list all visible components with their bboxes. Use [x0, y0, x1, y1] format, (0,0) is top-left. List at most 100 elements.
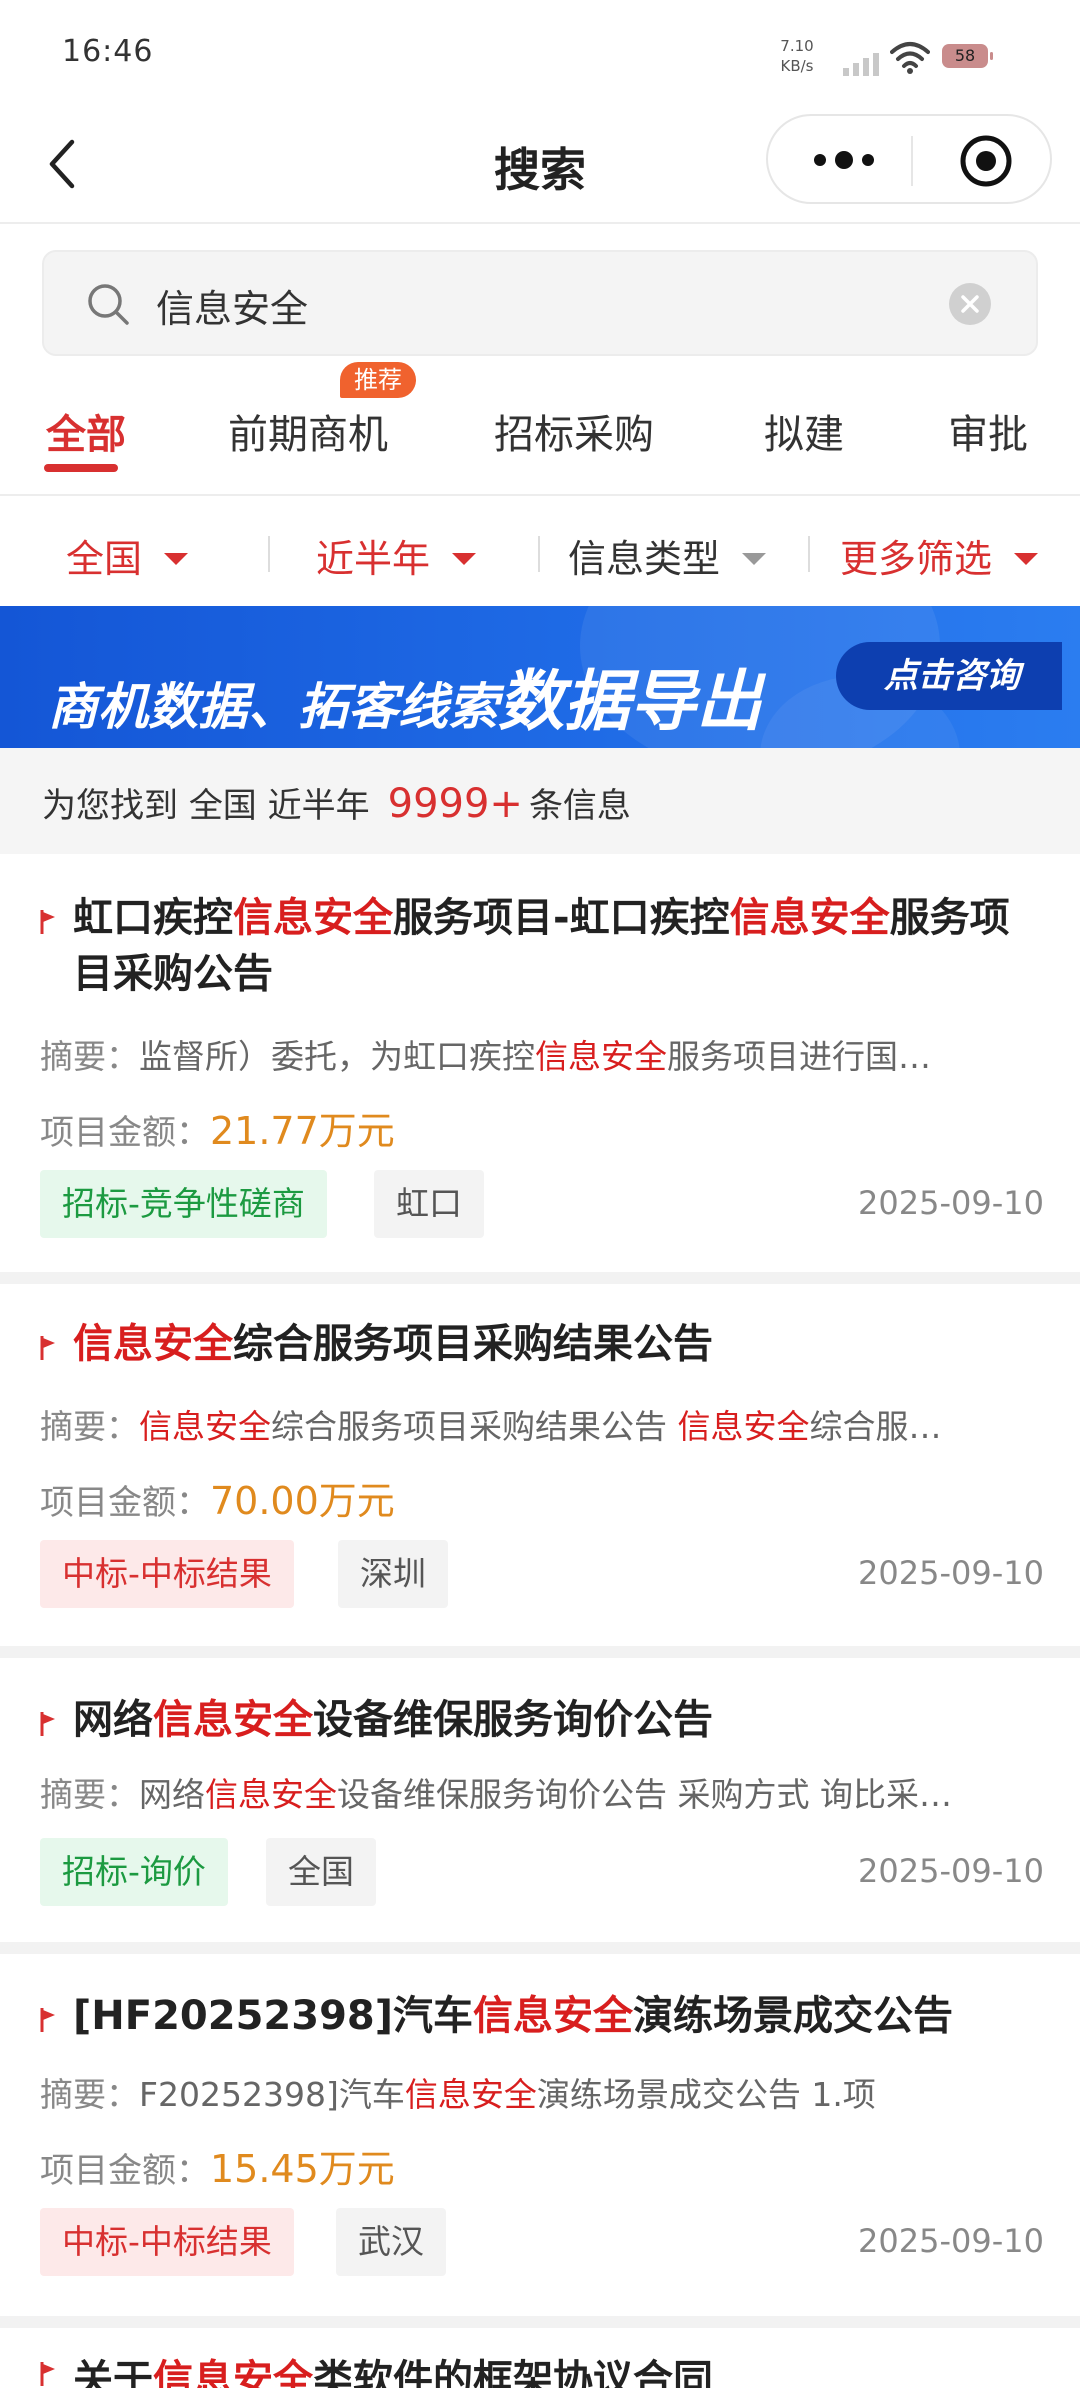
filter-time-label: 近半年: [316, 537, 431, 581]
tab-all[interactable]: 全部: [46, 402, 126, 460]
title-text: [HF20252398]汽车: [73, 1993, 474, 2039]
result-card[interactable]: 虹口疾控信息安全服务项目-虹口疾控信息安全服务项目采购公告 摘要：监督所）委托，…: [0, 854, 1080, 1272]
flag-icon: [40, 2008, 55, 2032]
result-title: 关于信息安全类软件的框架协议合同: [73, 2352, 1033, 2388]
result-type-tag: 招标-竞争性磋商: [40, 1170, 327, 1238]
result-amount: 项目金额：70.00万元: [40, 1470, 395, 1525]
abstract-text: 监督所）委托，为虹口疾控: [139, 1037, 535, 1076]
close-miniprogram-icon[interactable]: [958, 133, 1014, 189]
net-speed: 7.10 KB/s: [772, 36, 822, 76]
amount-value: 21.77万元: [210, 1109, 395, 1153]
tab-proposed[interactable]: 拟建: [764, 402, 844, 460]
abstract-text: 综合服务项目采购结果公告: [271, 1407, 678, 1446]
title-text: 网络: [73, 1697, 153, 1743]
result-location-tag: 武汉: [336, 2208, 446, 2276]
signal-icon: [843, 53, 879, 76]
banner-highlight: 数据导出: [498, 663, 762, 740]
export-banner[interactable]: 商机数据、拓客线索数据导出 点击咨询: [0, 606, 1080, 748]
title-keyword: 信息安全: [233, 895, 393, 941]
consult-button[interactable]: 点击咨询: [836, 642, 1062, 710]
result-location-tag: 虹口: [374, 1170, 484, 1238]
result-count: 9999+: [387, 781, 523, 827]
title-keyword: 信息安全: [153, 2357, 313, 2388]
tab-tender-procurement[interactable]: 招标采购: [494, 402, 654, 460]
title-keyword: 信息安全: [153, 1697, 313, 1743]
filter-more-label: 更多筛选: [840, 537, 993, 581]
back-icon[interactable]: [36, 134, 96, 194]
miniprogram-capsule: [766, 114, 1052, 204]
filter-type[interactable]: 信息类型: [568, 528, 767, 583]
filter-divider: [268, 536, 270, 572]
filter-bar: 全国 近半年 信息类型 更多筛选: [0, 496, 1080, 606]
result-abstract: 摘要：监督所）委托，为虹口疾控信息安全服务项目进行国…: [40, 1030, 1040, 1078]
dropdown-arrow-icon: [1014, 552, 1039, 565]
nav-bar: 搜索: [0, 110, 1080, 224]
status-bar: 16:46 7.10 KB/s 58: [0, 0, 1080, 110]
result-abstract: 摘要：信息安全综合服务项目采购结果公告 信息安全综合服…: [40, 1400, 1040, 1448]
flag-icon: [40, 910, 55, 934]
filter-more[interactable]: 更多筛选: [840, 528, 1039, 583]
capsule-divider: [911, 136, 913, 186]
status-time: 16:46: [62, 34, 154, 69]
card-divider: [0, 2316, 1080, 2328]
card-divider: [0, 1646, 1080, 1658]
summary-suffix: 条信息: [528, 786, 631, 826]
result-location-tag: 深圳: [338, 1540, 448, 1608]
result-amount: 项目金额：21.77万元: [40, 1100, 395, 1155]
result-date: 2025-09-10: [858, 1554, 1044, 1592]
abstract-label: 摘要：: [40, 1775, 139, 1814]
flag-icon: [40, 1336, 55, 1360]
result-title: [HF20252398]汽车信息安全演练场景成交公告: [73, 1988, 1033, 2044]
result-card[interactable]: 网络信息安全设备维保服务询价公告 摘要：网络信息安全设备维保服务询价公告 采购方…: [0, 1658, 1080, 1942]
abstract-label: 摘要：: [40, 1037, 139, 1076]
abstract-keyword: 信息安全: [205, 1775, 337, 1814]
more-icon[interactable]: [806, 134, 882, 186]
battery-icon: 58: [942, 44, 993, 68]
title-text: 演练场景成交公告: [633, 1993, 954, 2039]
filter-region[interactable]: 全国: [66, 528, 189, 583]
title-keyword: 信息安全: [73, 1321, 233, 1367]
result-card[interactable]: 关于信息安全类软件的框架协议合同: [0, 2328, 1080, 2388]
amount-value: 15.45万元: [210, 2147, 395, 2191]
summary-text: 为您找到 全国 近半年 9999+ 条信息: [42, 778, 631, 827]
abstract-keyword: 信息安全: [404, 2075, 537, 2114]
summary-prefix: 为您找到: [42, 786, 178, 826]
title-keyword: 信息安全: [729, 895, 890, 941]
result-location-tag: 全国: [266, 1838, 376, 1906]
title-text: 类软件的框架协议合同: [313, 2357, 713, 2388]
filter-region-label: 全国: [66, 537, 143, 581]
abstract-keyword: 信息安全: [535, 1037, 667, 1076]
result-abstract: 摘要：网络信息安全设备维保服务询价公告 采购方式 询比采…: [40, 1768, 1040, 1816]
title-keyword: 信息安全: [473, 1993, 634, 2039]
result-abstract: 摘要：F20252398]汽车信息安全演练场景成交公告 1.项: [40, 2068, 1040, 2116]
battery-level: 58: [954, 46, 976, 65]
abstract-text: F20252398]汽车: [139, 2075, 405, 2114]
filter-time[interactable]: 近半年: [316, 528, 477, 583]
clear-icon[interactable]: [948, 282, 992, 326]
card-divider: [0, 1272, 1080, 1284]
search-icon: [88, 284, 129, 325]
flag-icon: [40, 1712, 55, 1736]
result-date: 2025-09-10: [858, 2222, 1044, 2260]
tab-early-opportunities[interactable]: 前期商机: [228, 402, 388, 460]
tab-approval[interactable]: 审批: [948, 402, 1028, 460]
net-speed-unit: KB/s: [780, 57, 814, 75]
abstract-text: 综合服…: [809, 1407, 942, 1446]
search-bar[interactable]: 信息安全: [42, 250, 1038, 356]
consult-button-label: 点击咨询: [884, 656, 1020, 696]
category-tabs: 全部 前期商机 推荐 招标采购 拟建 审批: [0, 362, 1080, 496]
net-speed-value: 7.10: [780, 37, 814, 55]
result-card[interactable]: [HF20252398]汽车信息安全演练场景成交公告 摘要：F20252398]…: [0, 1954, 1080, 2316]
search-input[interactable]: 信息安全: [156, 278, 308, 333]
result-card[interactable]: 信息安全综合服务项目采购结果公告 摘要：信息安全综合服务项目采购结果公告 信息安…: [0, 1284, 1080, 1646]
result-amount: 项目金额：15.45万元: [40, 2138, 395, 2193]
result-date: 2025-09-10: [858, 1184, 1044, 1222]
filter-type-label: 信息类型: [568, 537, 721, 581]
banner-text-main: 商机数据、拓客线索: [48, 678, 498, 736]
result-title: 信息安全综合服务项目采购结果公告: [73, 1316, 1033, 1372]
amount-label: 项目金额：: [40, 1113, 210, 1153]
abstract-label: 摘要：: [40, 2075, 139, 2114]
abstract-text: 演练场景成交公告 1.项: [536, 2075, 876, 2114]
result-title: 网络信息安全设备维保服务询价公告: [73, 1692, 1033, 1748]
result-title: 虹口疾控信息安全服务项目-虹口疾控信息安全服务项目采购公告: [73, 890, 1033, 1002]
